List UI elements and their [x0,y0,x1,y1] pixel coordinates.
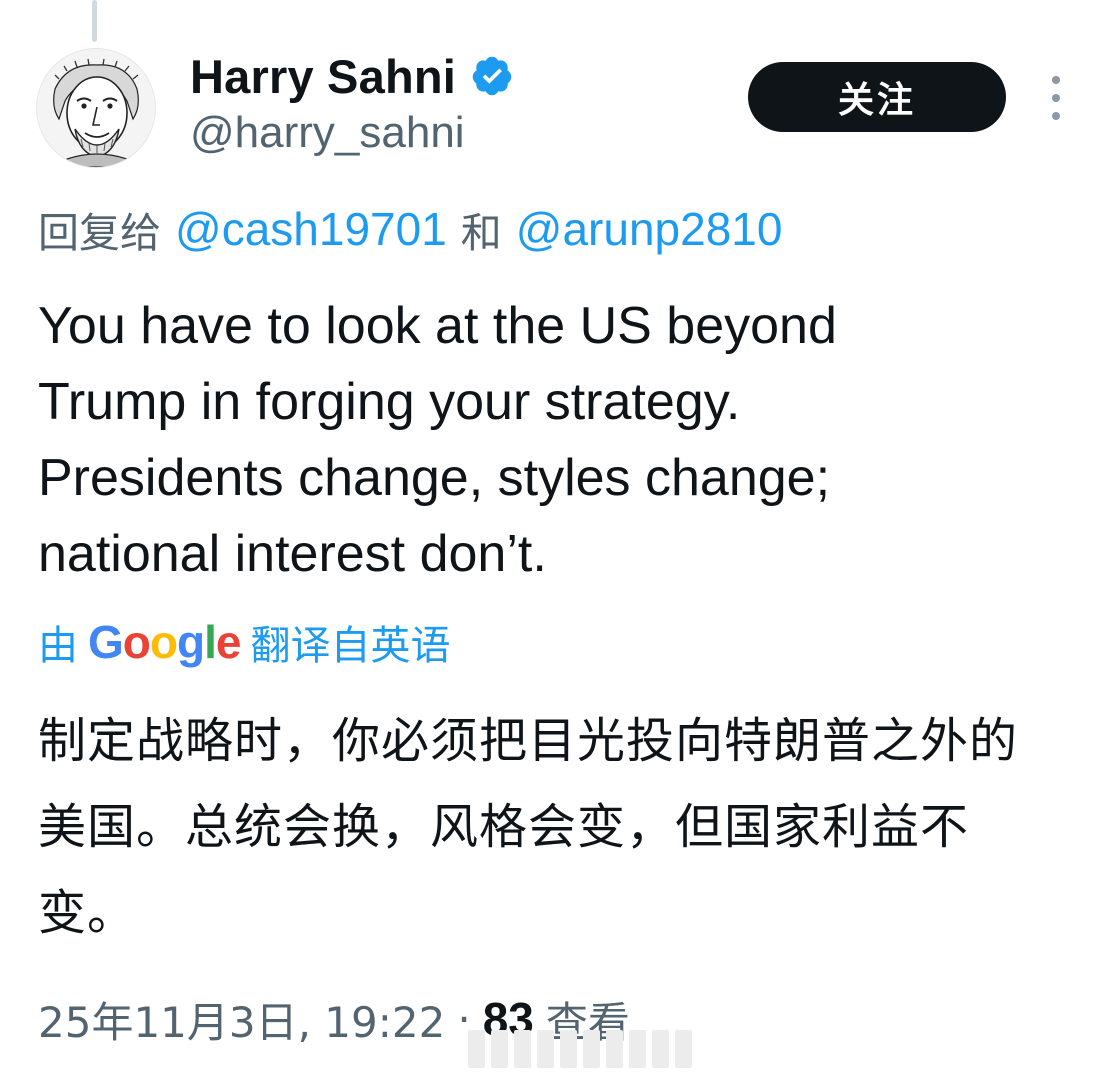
mention-link[interactable]: @cash19701 [175,202,447,256]
translation-by: 由 [38,623,78,669]
translation-source-label: 翻译自英语 [250,623,451,669]
reply-context: 回复给 @cash19701 和 @arunp2810 [38,200,782,258]
more-vertical-icon[interactable] [1036,76,1076,120]
tweet-timestamp[interactable]: 25年11月3日, 19:22 [38,989,445,1050]
thread-connector-line [92,0,97,42]
author-handle[interactable]: @harry_sahni [190,108,465,158]
reply-prefix: 回复给 [38,209,161,257]
verified-badge-icon [472,56,512,96]
author-name-row: Harry Sahni [190,46,514,106]
follow-button[interactable]: 关注 [748,62,1006,132]
mention-link[interactable]: @arunp2810 [516,202,783,256]
avatar-caricature-icon [37,49,155,167]
translated-text: 制定战略时，你必须把目光投向特朗普之外的美国。总统会换，风格会变，但国家利益不变… [38,713,1019,941]
watermark [468,1030,692,1068]
tweet-text: You have to look at the US beyond Trump … [38,297,837,583]
more-dot [1052,112,1060,120]
reply-joiner: 和 [460,209,502,257]
more-dot [1052,76,1060,84]
google-logo: Google [88,616,241,668]
author-display-name[interactable]: Harry Sahni [190,49,456,104]
translation-attribution[interactable]: 由 Google 翻译自英语 [38,612,450,672]
more-dot [1052,94,1060,102]
avatar[interactable] [36,48,156,168]
